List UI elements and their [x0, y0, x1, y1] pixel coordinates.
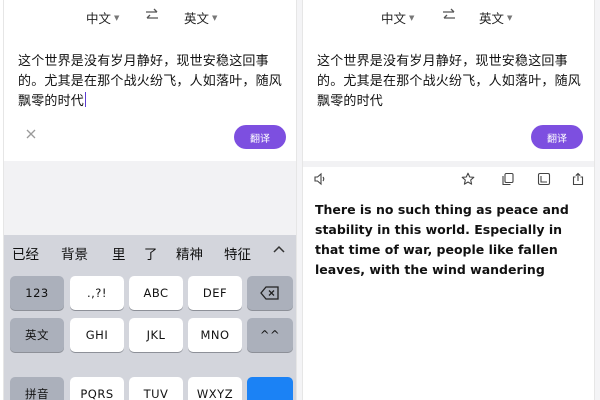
star-icon[interactable] [461, 172, 475, 186]
translation-result: There is no such thing as peace and stab… [315, 202, 569, 277]
candidate-word[interactable]: 精神 [176, 243, 203, 263]
translate-button[interactable]: 翻译 [234, 125, 286, 149]
enter-key[interactable] [247, 377, 293, 400]
candidate-word[interactable]: 已经 [12, 243, 39, 263]
target-language-label: 英文 [479, 11, 505, 26]
key-wxyz[interactable]: WXYZ [188, 377, 242, 400]
candidate-word[interactable]: 特征 [224, 243, 251, 263]
empty-result-area [4, 161, 296, 235]
key-abc[interactable]: ABC [129, 276, 183, 310]
key-tuv[interactable]: TUV [129, 377, 183, 400]
backspace-key[interactable] [247, 276, 293, 310]
key-def[interactable]: DEF [188, 276, 242, 310]
key-english-switch[interactable]: 英文 [10, 318, 64, 352]
chevron-down-icon: ▼ [212, 14, 218, 22]
target-language-select[interactable]: 英文 ▼ [184, 8, 217, 27]
target-language-label: 英文 [184, 11, 210, 26]
translate-button[interactable]: 翻译 [531, 125, 583, 149]
source-language-select[interactable]: 中文 ▼ [381, 8, 414, 27]
text-cursor [85, 92, 87, 107]
candidate-word[interactable]: 了 [144, 243, 158, 263]
candidate-word[interactable]: 里 [112, 243, 126, 263]
key-emoticon[interactable]: ^^ [247, 318, 293, 352]
right-screen: 中文 ▼ 英文 ▼ 这个世界是没有岁月静好，现世安稳这回事的。尤其是在那个战火纷… [302, 0, 595, 400]
copy-icon[interactable] [501, 172, 515, 186]
speaker-icon[interactable] [313, 172, 327, 186]
target-language-select[interactable]: 英文 ▼ [479, 8, 512, 27]
source-text-input[interactable]: 这个世界是没有岁月静好，现世安稳这回事的。尤其是在那个战火纷飞，人如落叶，随风飘… [317, 52, 589, 112]
candidate-bar: 已经 背景 里 了 精神 特征 [4, 235, 296, 269]
chevron-up-icon[interactable] [270, 241, 288, 259]
source-text-value: 这个世界是没有岁月静好，现世安稳这回事的。尤其是在那个战火纷飞，人如落叶，随风飘… [18, 54, 283, 109]
left-screen: 中文 ▼ 英文 ▼ 这个世界是没有岁月静好，现世安稳这回事的。尤其是在那个战火纷… [3, 0, 297, 400]
chevron-down-icon: ▼ [409, 14, 415, 22]
source-text-value: 这个世界是没有岁月静好，现世安稳这回事的。尤其是在那个战火纷飞，人如落叶，随风飘… [317, 54, 582, 109]
divider [303, 161, 594, 167]
key-pinyin-switch[interactable]: 拼音 [10, 377, 64, 400]
keyboard: 已经 背景 里 了 精神 特征 123 .,?! ABC DEF 英文 GHI … [4, 235, 296, 400]
share-icon[interactable] [571, 172, 585, 186]
chevron-down-icon: ▼ [114, 14, 120, 22]
swap-arrows-icon[interactable] [144, 7, 160, 23]
source-language-label: 中文 [86, 11, 112, 26]
language-bar: 中文 ▼ 英文 ▼ [4, 0, 296, 34]
chevron-down-icon: ▼ [507, 14, 513, 22]
language-bar: 中文 ▼ 英文 ▼ [303, 0, 594, 34]
source-language-select[interactable]: 中文 ▼ [86, 8, 119, 27]
key-123[interactable]: 123 [10, 276, 64, 310]
key-mno[interactable]: MNO [188, 318, 242, 352]
candidate-word[interactable]: 背景 [61, 243, 88, 263]
source-language-label: 中文 [381, 11, 407, 26]
key-ghi[interactable]: GHI [70, 318, 124, 352]
swap-arrows-icon[interactable] [441, 7, 457, 23]
key-punctuation[interactable]: .,?! [70, 276, 124, 310]
fullscreen-icon[interactable] [537, 172, 551, 186]
key-jkl[interactable]: JKL [129, 318, 183, 352]
key-pqrs[interactable]: PQRS [70, 377, 124, 400]
source-text-input[interactable]: 这个世界是没有岁月静好，现世安稳这回事的。尤其是在那个战火纷飞，人如落叶，随风飘… [18, 52, 290, 112]
backspace-icon [260, 286, 279, 300]
panel-edge [595, 0, 600, 400]
close-icon[interactable] [24, 127, 38, 141]
